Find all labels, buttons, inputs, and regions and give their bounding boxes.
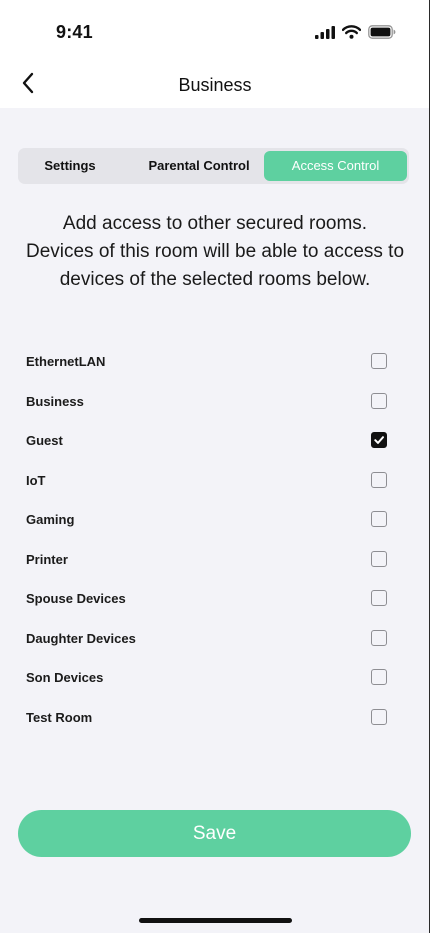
home-indicator: [139, 918, 292, 923]
checkmark-icon: [374, 436, 384, 444]
room-label: Son Devices: [26, 670, 104, 685]
status-icons: [315, 25, 396, 44]
room-checkbox[interactable]: [371, 472, 387, 488]
room-row-business[interactable]: Business: [0, 382, 430, 422]
room-label: IoT: [26, 473, 46, 488]
page-title: Business: [178, 75, 252, 95]
room-row-iot[interactable]: IoT: [0, 461, 430, 501]
room-label: EthernetLAN: [26, 354, 106, 369]
battery-icon: [368, 25, 396, 44]
room-row-printer[interactable]: Printer: [0, 540, 430, 580]
status-time: 9:41: [56, 22, 93, 42]
tab-parental-control[interactable]: Parental Control: [124, 151, 274, 181]
room-checkbox[interactable]: [371, 669, 387, 685]
room-checkbox[interactable]: [371, 551, 387, 567]
description-line: Add access to other secured rooms.: [62, 213, 368, 234]
room-checkbox[interactable]: [371, 590, 387, 606]
segmented-control: Settings Parental Control Access Control: [18, 148, 409, 184]
room-label: Gaming: [26, 512, 75, 527]
room-checkbox[interactable]: [371, 353, 387, 369]
room-row-gaming[interactable]: Gaming: [0, 500, 430, 540]
room-label: Business: [26, 394, 84, 409]
header: 9:41 Business: [0, 0, 430, 108]
tab-settings[interactable]: Settings: [22, 151, 118, 181]
room-row-ethernetlan[interactable]: EthernetLAN: [0, 342, 430, 382]
room-row-son-devices[interactable]: Son Devices: [0, 658, 430, 698]
room-checkbox[interactable]: [371, 630, 387, 646]
access-description: Add access to other secured rooms. Devic…: [12, 210, 418, 294]
room-label: Spouse Devices: [26, 591, 126, 606]
room-label: Guest: [26, 433, 63, 448]
room-checkbox[interactable]: [371, 709, 387, 725]
description-line: Devices of this room will be able to acc…: [25, 241, 405, 262]
wifi-icon: [341, 25, 362, 44]
room-checkbox-checked[interactable]: [371, 432, 387, 448]
room-row-spouse-devices[interactable]: Spouse Devices: [0, 579, 430, 619]
signal-icon: [315, 25, 335, 44]
room-row-daughter-devices[interactable]: Daughter Devices: [0, 619, 430, 659]
room-row-guest[interactable]: Guest: [0, 421, 430, 461]
room-label: Daughter Devices: [26, 631, 136, 646]
room-label: Test Room: [26, 710, 93, 725]
room-checkbox[interactable]: [371, 511, 387, 527]
tab-access-control[interactable]: Access Control: [264, 151, 407, 181]
room-row-test-room[interactable]: Test Room: [0, 698, 430, 738]
description-line: devices of the selected rooms below.: [59, 269, 371, 290]
save-button[interactable]: Save: [18, 810, 411, 857]
room-checkbox[interactable]: [371, 393, 387, 409]
room-label: Printer: [26, 552, 68, 567]
